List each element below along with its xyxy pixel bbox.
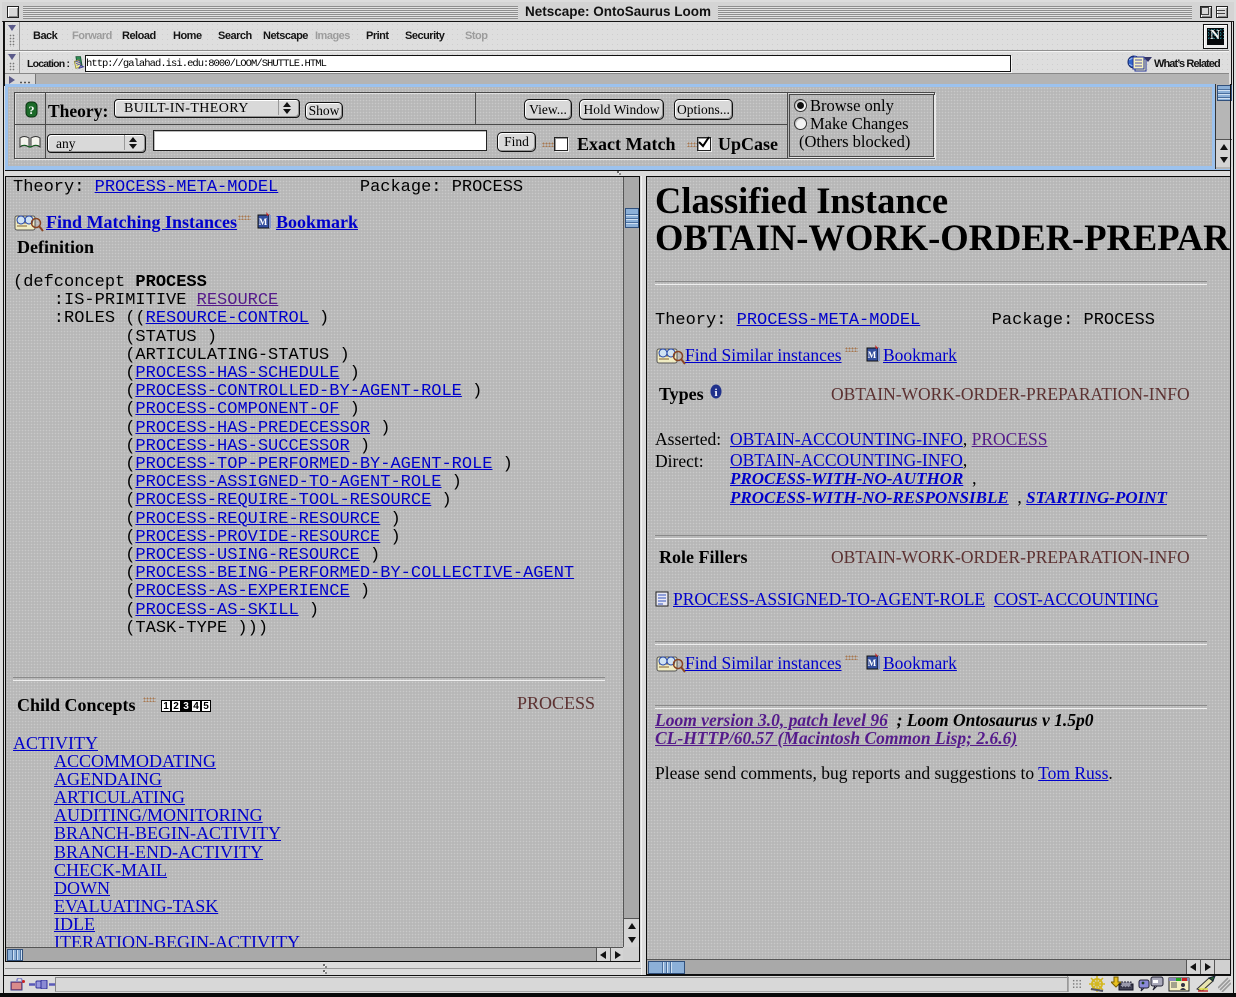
- svg-text:?: ?: [29, 103, 35, 117]
- svg-text:i: i: [714, 387, 717, 399]
- svg-text:M: M: [868, 658, 877, 668]
- svg-text:M: M: [868, 350, 877, 360]
- svg-text:M: M: [259, 217, 268, 227]
